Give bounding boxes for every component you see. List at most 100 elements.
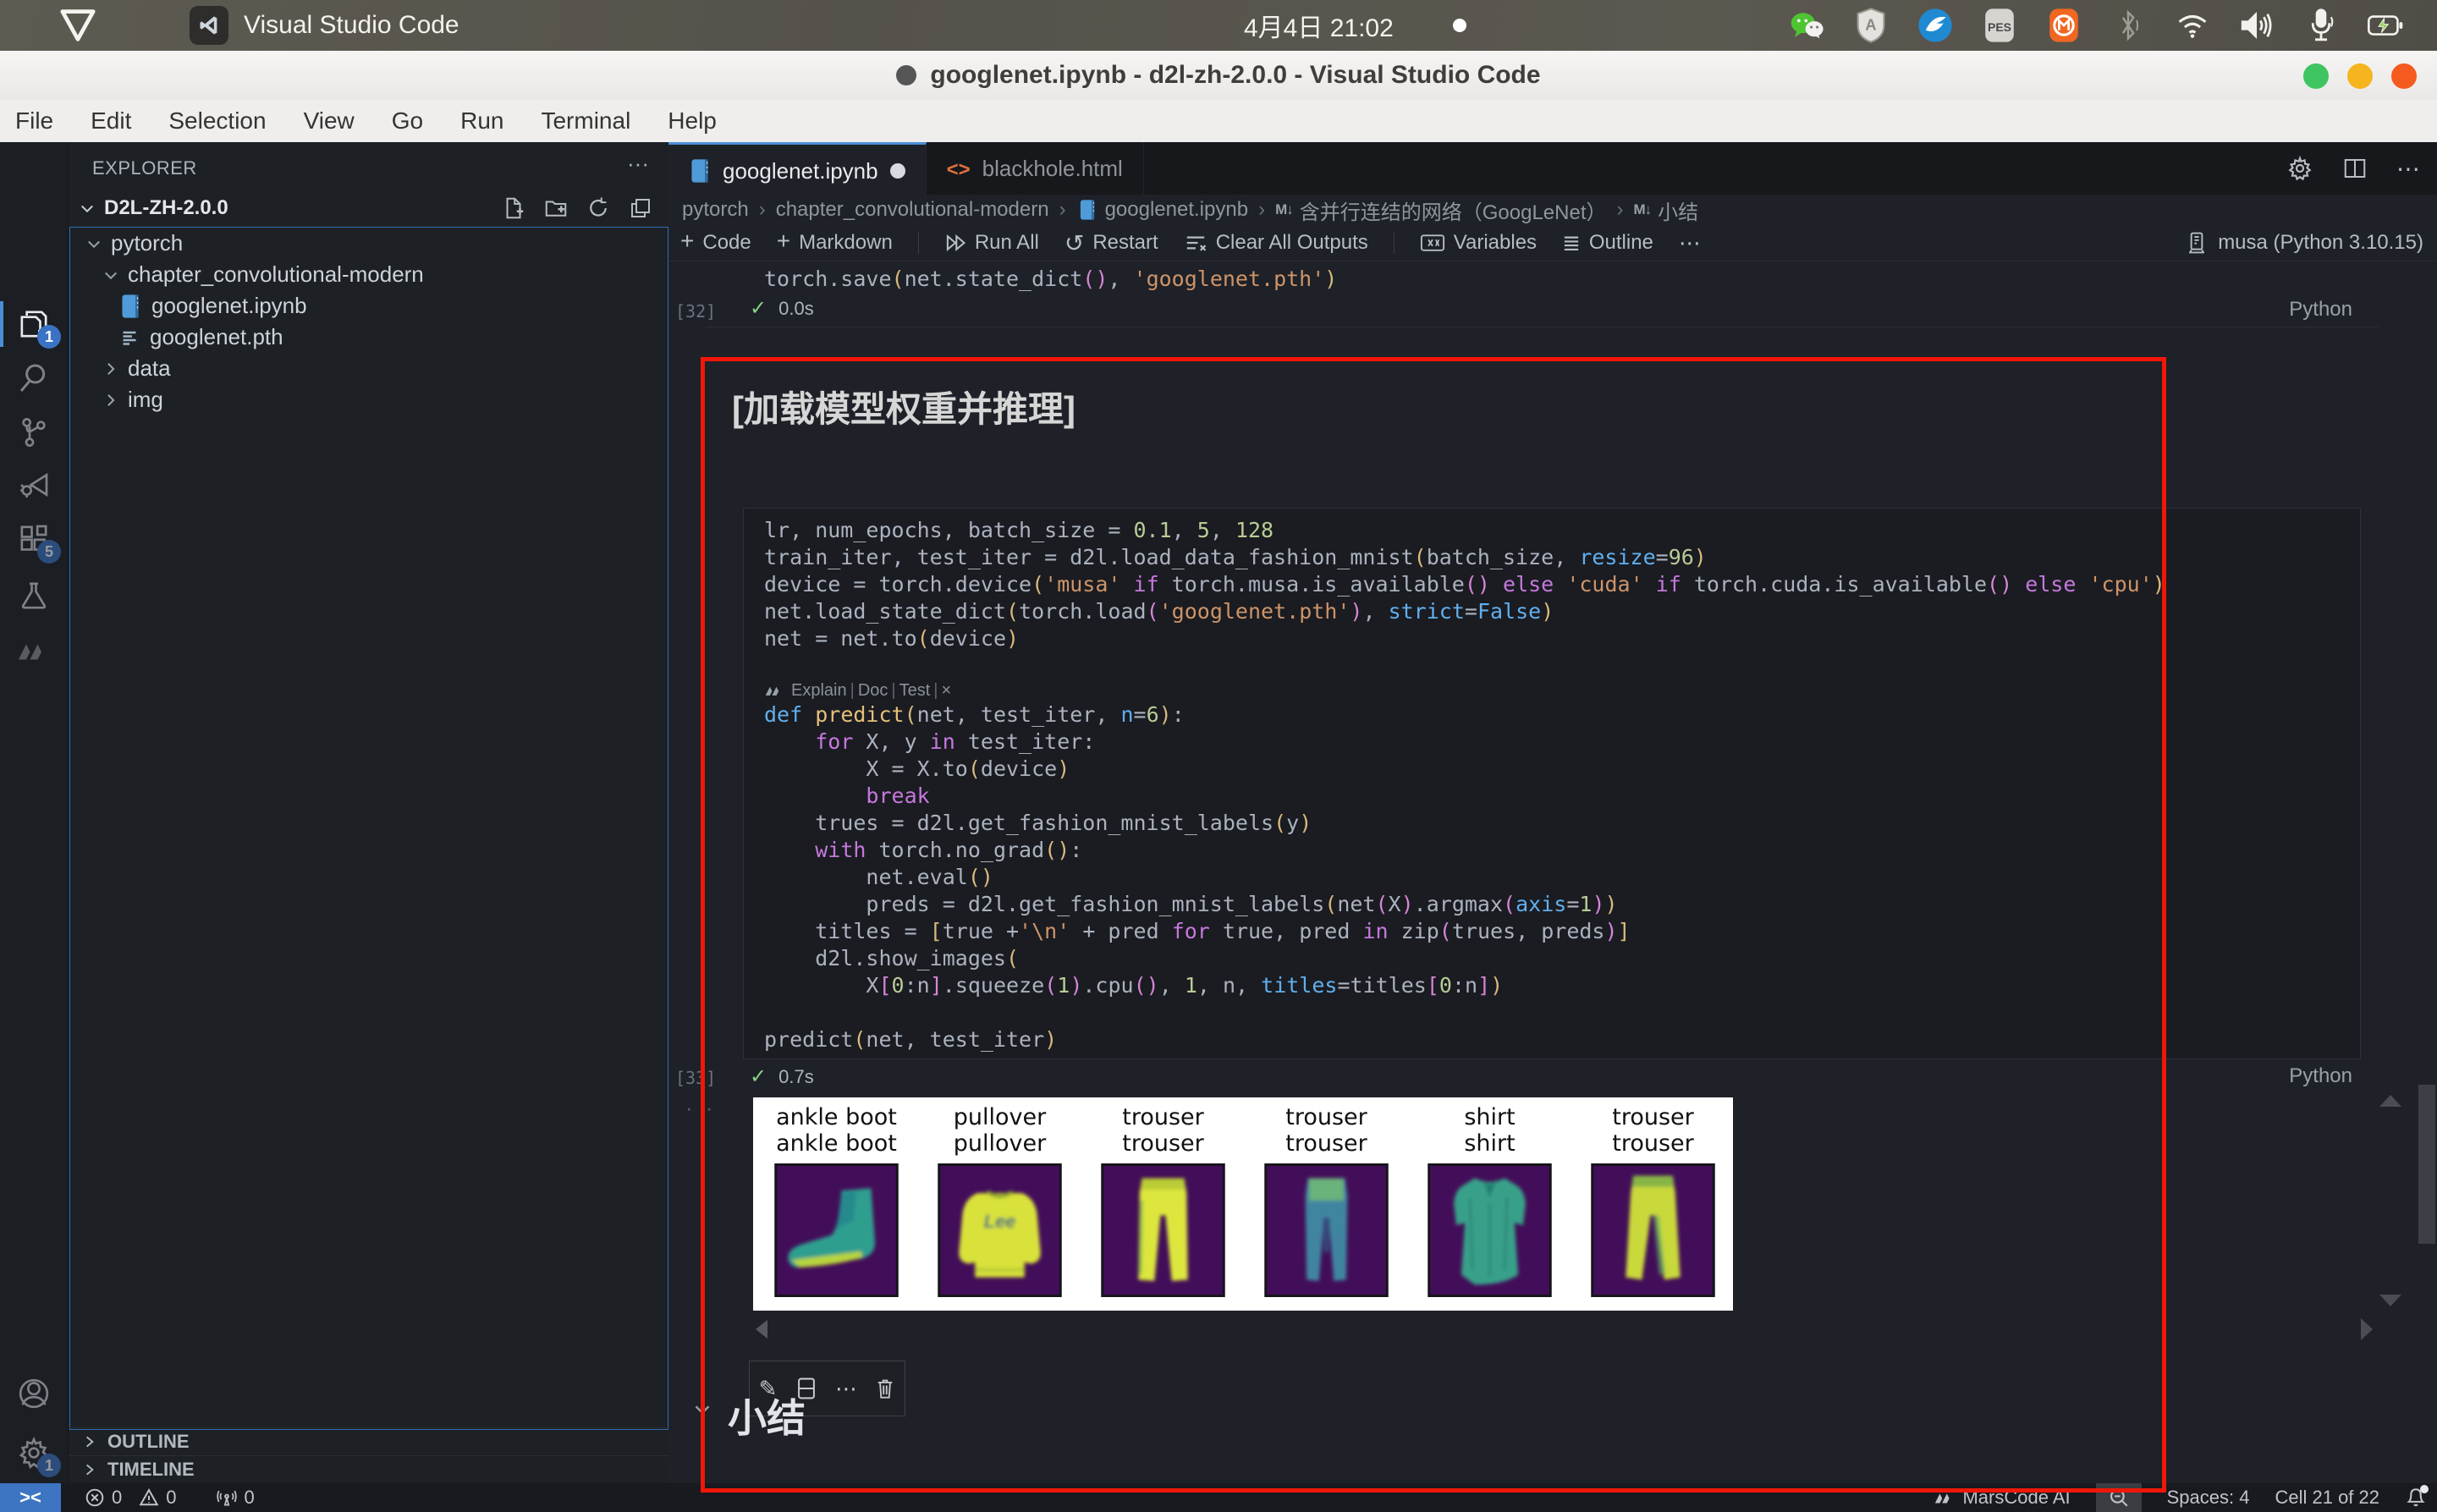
warnings-count: 0 — [166, 1487, 176, 1509]
source-control-icon[interactable] — [0, 406, 68, 459]
breadcrumb-item[interactable]: M↓含并行连结的网络（GoogLeNet） — [1275, 195, 1606, 225]
active-app-indicator[interactable]: Visual Studio Code — [190, 6, 459, 45]
cell-drag-dots[interactable]: · · — [685, 1095, 717, 1121]
chevron-right-icon — [102, 360, 119, 377]
next-section-heading[interactable]: 小结 — [728, 1388, 806, 1443]
volume-icon[interactable] — [2239, 8, 2275, 43]
cell-position-status[interactable]: Cell 21 of 22 — [2275, 1487, 2379, 1509]
toolbar-label: Restart — [1092, 231, 1158, 255]
codelens-action[interactable]: Doc — [858, 681, 888, 700]
shield-a-icon[interactable]: A — [1853, 8, 1889, 43]
tree-item-img[interactable]: img — [70, 384, 668, 415]
breadcrumb-item[interactable]: googlenet.ipynb — [1076, 197, 1248, 223]
toolbar-markdown-button[interactable]: + Markdown — [777, 231, 893, 255]
section-collapse-chevron-icon[interactable] — [692, 1399, 712, 1420]
notebook-settings-gear-icon[interactable] — [2286, 155, 2313, 182]
breadcrumb-item[interactable]: M↓小结 — [1634, 195, 1699, 225]
tree-item-pytorch[interactable]: pytorch — [70, 228, 668, 259]
remote-indicator[interactable]: >< — [0, 1483, 61, 1512]
marscode-icon[interactable] — [0, 624, 68, 677]
code-cell-editor[interactable]: lr, num_epochs, batch_size = 0.1, 5, 128… — [743, 508, 2361, 1059]
chevron-down-icon — [79, 200, 96, 217]
window-close-button[interactable] — [2391, 63, 2417, 89]
prev-cell-lang[interactable]: Python — [2289, 298, 2352, 322]
kernel-picker[interactable]: musa (Python 3.10.15) — [2186, 225, 2423, 261]
window-title-bar[interactable]: googlenet.ipynb - d2l-zh-2.0.0 - Visual … — [0, 51, 2437, 101]
tree-item-chapter_convolutional-modern[interactable]: chapter_convolutional-modern — [70, 259, 668, 290]
menu-help[interactable]: Help — [668, 107, 717, 135]
menu-run[interactable]: Run — [460, 107, 503, 135]
tab-googlenet.ipynb[interactable]: googlenet.ipynb — [668, 142, 927, 197]
refresh-icon[interactable] — [586, 195, 611, 221]
menu-edit[interactable]: Edit — [91, 107, 131, 135]
toolbar-variables-button[interactable]: Variables — [1420, 231, 1537, 255]
menu-selection[interactable]: Selection — [168, 107, 266, 135]
codelens-action[interactable]: Test — [899, 681, 931, 700]
split-editor-icon[interactable] — [2342, 156, 2368, 181]
menu-terminal[interactable]: Terminal — [541, 107, 630, 135]
menu-file[interactable]: File — [15, 107, 53, 135]
codelens-action[interactable]: Explain — [791, 681, 847, 700]
window-minimize-button[interactable] — [2303, 63, 2329, 89]
system-clock[interactable]: 4月4日 21:02 — [1244, 7, 1394, 44]
editor-more-icon[interactable]: ⋯ — [2396, 155, 2420, 183]
bird-icon[interactable] — [1917, 8, 1953, 43]
menu-view[interactable]: View — [304, 107, 355, 135]
pes-icon[interactable]: PES — [1982, 8, 2017, 43]
toolbar-clear-all-outputs-button[interactable]: Clear All Outputs — [1184, 231, 1368, 255]
window-maximize-button[interactable] — [2347, 63, 2373, 89]
toolbar-run-all-button[interactable]: Run All — [944, 231, 1039, 255]
prev-cell-code[interactable]: torch.save(net.state_dict(), 'googlenet.… — [764, 266, 1337, 293]
extensions-icon[interactable]: 5 — [0, 513, 68, 565]
account-icon[interactable] — [0, 1367, 68, 1420]
breadcrumb-item[interactable]: pytorch — [682, 198, 749, 222]
editor-scrollbar[interactable] — [2418, 1085, 2435, 1244]
new-folder-icon[interactable] — [543, 195, 569, 221]
code-cell-lang[interactable]: Python — [2289, 1064, 2352, 1088]
toolbar-restart-button[interactable]: ↺ Restart — [1064, 229, 1158, 257]
breadcrumb-item[interactable]: chapter_convolutional-modern — [776, 198, 1049, 222]
indentation-status[interactable]: Spaces: 4 — [2167, 1487, 2250, 1509]
ai-codelens[interactable]: Explain|Doc|Test|× — [764, 679, 2360, 701]
run-debug-icon[interactable] — [0, 459, 68, 511]
markdown-cell-heading[interactable]: [加载模型权重并推理] — [732, 381, 1075, 432]
timeline-section[interactable]: TIMELINE — [69, 1455, 668, 1483]
toolbar-label: Outline — [1589, 231, 1653, 255]
workspace-section-row[interactable]: D2L-ZH-2.0.0 — [69, 191, 668, 225]
scroll-up-icon[interactable] — [2379, 1095, 2401, 1107]
problems-indicator[interactable]: 0 0 — [85, 1487, 177, 1509]
scroll-down-icon[interactable] — [2379, 1295, 2401, 1306]
tree-item-data[interactable]: data — [70, 353, 668, 384]
distro-logo-icon[interactable] — [59, 8, 96, 42]
bluetooth-icon[interactable] — [2110, 8, 2146, 43]
new-file-icon[interactable] — [501, 195, 526, 221]
toolbar-code-button[interactable]: + Code — [680, 231, 751, 255]
toolbar-outline-button[interactable]: ≣ Outline — [1562, 230, 1653, 256]
search-icon[interactable] — [0, 352, 68, 404]
notifications-bell[interactable] — [2405, 1487, 2427, 1509]
wechat-icon[interactable] — [1789, 8, 1824, 43]
marscode-status[interactable]: MarsCode AI — [1934, 1487, 2070, 1509]
settings-gear-icon[interactable]: 1 — [0, 1427, 68, 1479]
tree-item-googlenet.ipynb[interactable]: googlenet.ipynb — [70, 290, 668, 322]
toolbar-more-button[interactable]: ⋯ — [1679, 230, 1701, 256]
testing-icon[interactable] — [0, 569, 68, 622]
battery-icon[interactable] — [2368, 8, 2403, 43]
menu-go[interactable]: Go — [392, 107, 423, 135]
explorer-more-icon[interactable]: ··· — [627, 151, 649, 177]
tree-item-googlenet.pth[interactable]: googlenet.pth — [70, 322, 668, 353]
tab-blackhole.html[interactable]: <> blackhole.html — [927, 142, 1144, 195]
wifi-icon[interactable] — [2175, 8, 2210, 43]
microphone-icon[interactable] — [2303, 8, 2339, 43]
scroll-right-icon[interactable] — [2361, 1318, 2373, 1340]
codelens-action[interactable]: × — [941, 681, 951, 700]
ports-indicator[interactable]: 0 — [216, 1487, 255, 1509]
collapse-all-icon[interactable] — [628, 195, 653, 221]
m-orange-icon[interactable] — [2046, 8, 2082, 43]
delete-cell-icon[interactable] — [875, 1377, 895, 1399]
zoom-out-status[interactable] — [2096, 1483, 2142, 1512]
outline-section[interactable]: OUTLINE — [69, 1427, 668, 1455]
cell-more-icon[interactable]: ⋯ — [835, 1376, 857, 1402]
output-scroll-left-icon[interactable] — [756, 1320, 767, 1339]
explorer-icon[interactable]: 1 — [0, 298, 68, 350]
